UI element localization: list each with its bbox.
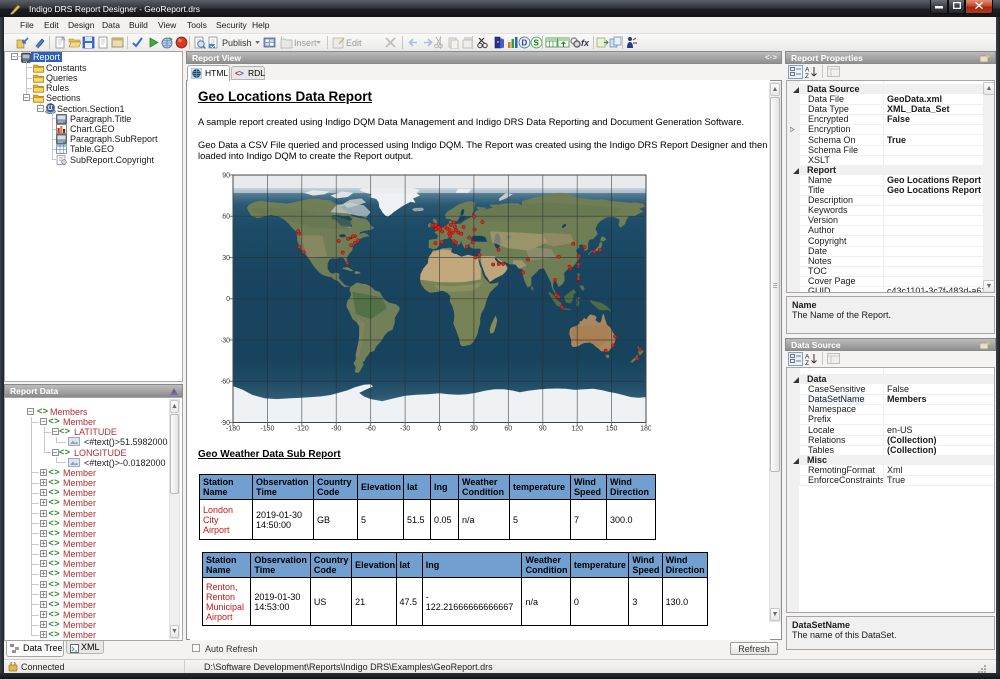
svg-text:-30: -30	[221, 337, 230, 344]
svg-text:-150: -150	[260, 426, 274, 433]
svg-text:0: 0	[438, 426, 442, 433]
svg-text:0: 0	[226, 296, 230, 303]
svg-text:U: U	[48, 106, 52, 112]
svg-text:-30: -30	[400, 426, 410, 433]
svg-text:>: >	[239, 69, 244, 78]
svg-text:90: 90	[222, 172, 230, 179]
svg-text:-120: -120	[295, 426, 309, 433]
svg-text:-60: -60	[366, 426, 376, 433]
svg-text:60: 60	[504, 426, 512, 433]
svg-text:30: 30	[222, 255, 230, 262]
svg-text:120: 120	[571, 426, 583, 433]
svg-text:-60: -60	[221, 379, 230, 386]
svg-text:30: 30	[470, 426, 478, 433]
svg-text:90: 90	[539, 426, 547, 433]
svg-text:180: 180	[640, 426, 651, 433]
svg-text:-90: -90	[331, 426, 341, 433]
svg-text:-180: -180	[226, 426, 240, 433]
svg-text:60: 60	[222, 214, 230, 221]
svg-text:Z: Z	[805, 73, 809, 78]
svg-text:150: 150	[606, 426, 618, 433]
svg-text:Z: Z	[805, 360, 809, 365]
svg-text:D: D	[522, 39, 528, 48]
svg-text:S: S	[534, 39, 540, 48]
